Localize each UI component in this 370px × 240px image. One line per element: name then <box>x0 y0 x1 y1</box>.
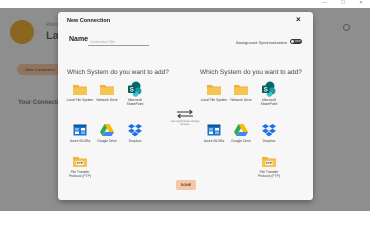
swap-arrows-icon <box>177 109 193 119</box>
window-titlebar: — ☐ ✕ <box>0 0 370 8</box>
transfer-arrows: Lets synchronise storage services <box>170 109 200 126</box>
google-drive-icon <box>100 124 114 136</box>
done-button[interactable]: DONE <box>176 180 196 190</box>
ftp-folder-icon: FTP <box>262 157 276 167</box>
dropbox-icon <box>262 124 276 137</box>
svg-text:S: S <box>130 87 134 93</box>
maximize-icon[interactable]: ☐ <box>341 0 345 7</box>
right-service-dropbox[interactable]: Dropbox <box>254 122 284 143</box>
left-service-azure-blobs[interactable]: Azure BLOBs <box>65 122 95 143</box>
left-service-network-drive[interactable]: Network Drive <box>92 81 122 102</box>
background-sync-label: Background Synchronization <box>236 40 287 45</box>
background-sync-toggle[interactable]: OFF <box>290 39 302 44</box>
ftp-folder-icon: FTP <box>73 157 87 167</box>
folder-icon <box>100 85 114 95</box>
right-service-network-drive[interactable]: Network Drive <box>226 81 256 102</box>
svg-text:FTP: FTP <box>266 161 272 165</box>
transfer-caption: Lets synchronise storage services <box>170 120 200 127</box>
sharepoint-icon: S <box>262 81 276 97</box>
right-service-sharepoint[interactable]: S Microsoft SharePoint <box>254 81 284 106</box>
google-drive-icon <box>234 124 248 136</box>
source-system-title: Which System do you want to add? <box>67 69 169 76</box>
dropbox-icon <box>128 124 142 137</box>
right-service-local-file-system[interactable]: Local File System <box>199 81 229 102</box>
svg-text:S: S <box>264 87 268 93</box>
right-service-ftp[interactable]: FTP File Transfer Protocol (FTP) <box>254 153 284 178</box>
azure-blob-icon <box>73 124 87 136</box>
folder-icon <box>234 85 248 95</box>
connection-name-input[interactable] <box>88 39 149 46</box>
new-connection-dialog: New Connection × Name Background Synchro… <box>58 12 313 200</box>
toggle-state: OFF <box>295 39 301 43</box>
left-service-google-drive[interactable]: Google Drive <box>92 122 122 143</box>
left-service-local-file-system[interactable]: Local File System <box>65 81 95 102</box>
sharepoint-icon: S <box>128 81 142 97</box>
left-service-sharepoint[interactable]: S Microsoft SharePoint <box>120 81 150 106</box>
svg-text:FTP: FTP <box>77 161 83 165</box>
folder-icon <box>73 85 87 95</box>
folder-icon <box>207 85 221 95</box>
target-system-title: Which System do you want to add? <box>200 69 302 76</box>
dialog-title: New Connection <box>67 18 111 24</box>
azure-blob-icon <box>207 124 221 136</box>
left-service-ftp[interactable]: FTP File Transfer Protocol (FTP) <box>65 153 95 178</box>
name-label: Name <box>69 36 89 43</box>
toggle-knob <box>291 40 294 43</box>
right-service-google-drive[interactable]: Google Drive <box>226 122 256 143</box>
right-service-azure-blobs[interactable]: Azure BLOBs <box>199 122 229 143</box>
left-service-dropbox[interactable]: Dropbox <box>120 122 150 143</box>
close-window-icon[interactable]: ✕ <box>359 0 363 7</box>
close-icon[interactable]: × <box>296 15 301 25</box>
minimize-icon[interactable]: — <box>322 0 327 7</box>
